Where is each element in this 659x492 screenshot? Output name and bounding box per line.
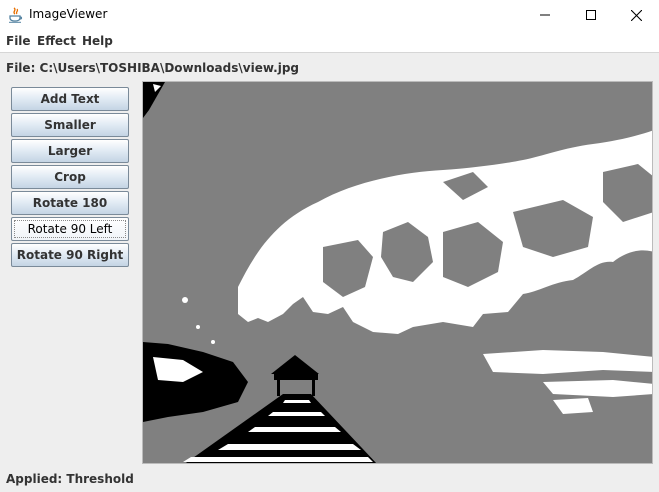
- menu-effect[interactable]: Effect: [37, 34, 76, 48]
- maximize-icon: [586, 10, 596, 20]
- title-bar: ImageViewer: [0, 0, 659, 30]
- minimize-icon: [540, 14, 550, 16]
- smaller-button-label: Smaller: [44, 118, 96, 132]
- status-label: Applied: Threshold: [6, 472, 134, 486]
- thresholded-pier-photo: [143, 82, 652, 463]
- image-display: [142, 81, 653, 464]
- rotate-180-button-label: Rotate 180: [32, 196, 108, 210]
- java-app-icon: [8, 7, 23, 23]
- add-text-button-label: Add Text: [40, 92, 100, 106]
- smaller-button[interactable]: Smaller: [11, 113, 129, 137]
- larger-button[interactable]: Larger: [11, 139, 129, 163]
- rotate-90-left-button-label: Rotate 90 Left: [27, 222, 113, 236]
- window-title: ImageViewer: [29, 7, 108, 21]
- rotate-90-left-button[interactable]: Rotate 90 Left: [11, 217, 129, 241]
- close-button[interactable]: [613, 0, 659, 30]
- maximize-button[interactable]: [568, 0, 614, 30]
- menu-bar: File Effect Help: [0, 30, 659, 53]
- crop-button[interactable]: Crop: [11, 165, 129, 189]
- minimize-button[interactable]: [522, 0, 568, 30]
- rotate-90-right-button[interactable]: Rotate 90 Right: [11, 243, 129, 267]
- add-text-button[interactable]: Add Text: [11, 87, 129, 111]
- file-path-label: File: C:\Users\TOSHIBA\Downloads\view.jp…: [6, 61, 299, 75]
- rotate-180-button[interactable]: Rotate 180: [11, 191, 129, 215]
- larger-button-label: Larger: [47, 144, 93, 158]
- rotate-90-right-button-label: Rotate 90 Right: [16, 248, 124, 262]
- close-icon: [630, 9, 642, 21]
- menu-help[interactable]: Help: [82, 34, 113, 48]
- menu-file[interactable]: File: [6, 34, 31, 48]
- crop-button-label: Crop: [54, 170, 86, 184]
